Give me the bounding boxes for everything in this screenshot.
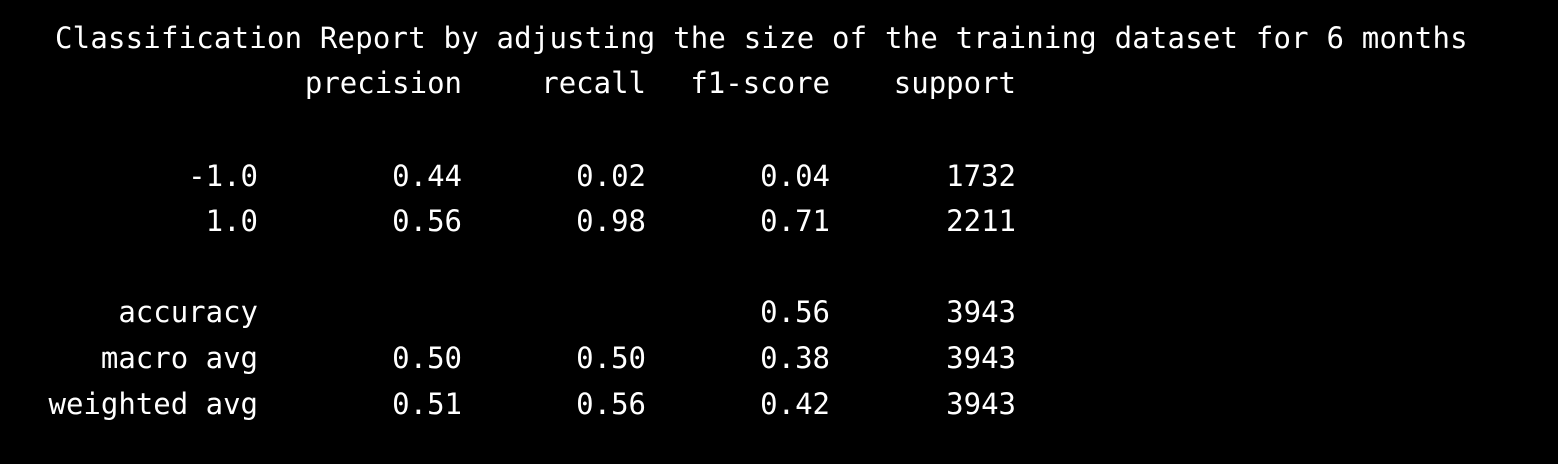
row-precision: 0.56	[392, 204, 462, 238]
header-precision: precision	[304, 66, 462, 100]
weighted-avg-support: 3943	[946, 387, 1016, 421]
accuracy-f1-score: 0.56	[760, 295, 830, 329]
macro-avg-recall: 0.50	[576, 341, 646, 375]
macro-avg-support: 3943	[946, 341, 1016, 375]
weighted-avg-precision: 0.51	[392, 387, 462, 421]
weighted-avg-label: weighted avg	[48, 387, 258, 421]
row-support: 2211	[946, 204, 1016, 238]
row-recall: 0.98	[576, 204, 646, 238]
weighted-avg-f1-score: 0.42	[760, 387, 830, 421]
row-label: 1.0	[205, 204, 258, 238]
accuracy-support: 3943	[946, 295, 1016, 329]
header-f1-score: f1-score	[690, 66, 830, 100]
header-recall: recall	[541, 66, 646, 100]
header-support: support	[893, 66, 1016, 100]
row-precision: 0.44	[392, 159, 462, 193]
row-label: -1.0	[188, 159, 258, 193]
accuracy-label: accuracy	[118, 295, 258, 329]
macro-avg-precision: 0.50	[392, 341, 462, 375]
row-recall: 0.02	[576, 159, 646, 193]
row-support: 1732	[946, 159, 1016, 193]
report-title: Classification Report by adjusting the s…	[55, 21, 1468, 55]
macro-avg-label: macro avg	[100, 341, 258, 375]
row-f1-score: 0.71	[760, 204, 830, 238]
weighted-avg-recall: 0.56	[576, 387, 646, 421]
macro-avg-f1-score: 0.38	[760, 341, 830, 375]
row-f1-score: 0.04	[760, 159, 830, 193]
